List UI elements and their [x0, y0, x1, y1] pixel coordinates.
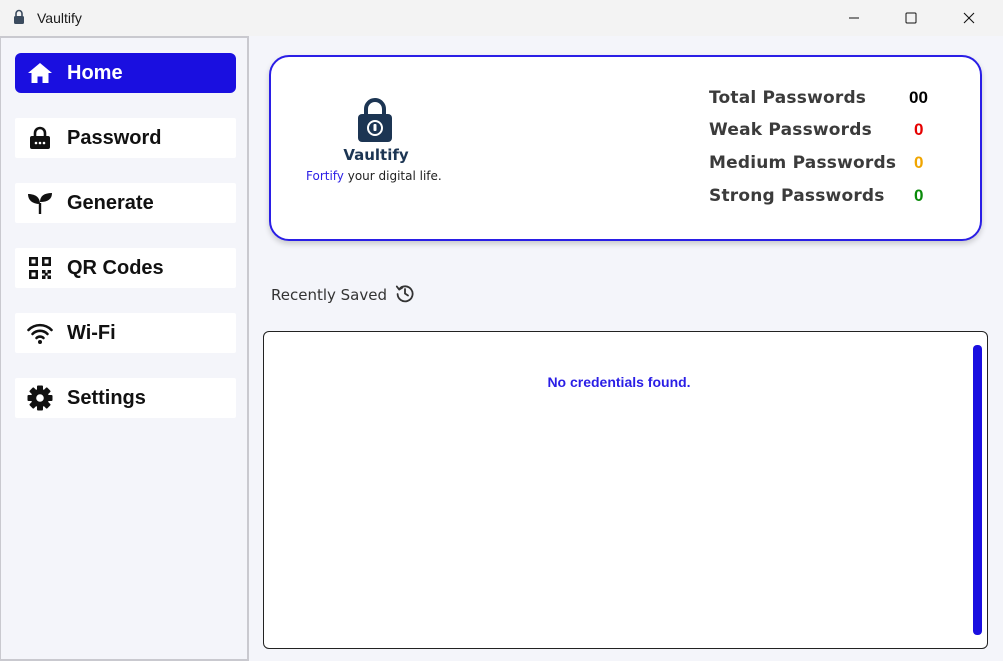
empty-state-message: No credentials found.: [547, 374, 691, 390]
sidebar-item-home[interactable]: Home: [15, 53, 236, 93]
brand-tagline: Fortify your digital life.: [306, 169, 442, 183]
sprout-icon: [27, 191, 53, 215]
recently-saved-title: Recently Saved: [271, 286, 387, 304]
history-icon[interactable]: [395, 283, 415, 303]
tagline-rest: your digital life.: [343, 169, 442, 183]
minimize-button[interactable]: [825, 0, 883, 36]
close-icon: [963, 12, 975, 24]
home-icon: [27, 61, 53, 85]
maximize-icon: [905, 12, 917, 24]
stat-label: Weak Passwords: [709, 120, 872, 140]
main-content: Vaultify Fortify your digital life. Tota…: [249, 36, 1003, 661]
window-title: Vaultify: [37, 10, 82, 26]
close-button[interactable]: [940, 0, 998, 36]
stat-total-passwords: Total Passwords 00: [709, 88, 949, 112]
sidebar-item-settings[interactable]: Settings: [15, 378, 236, 418]
sidebar: Home Password Generate QR Codes Wi-Fi Se…: [0, 36, 249, 661]
sidebar-item-generate[interactable]: Generate: [15, 183, 236, 223]
title-bar: Vaultify: [0, 0, 1003, 36]
stat-strong-passwords: Strong Passwords 0: [709, 186, 949, 210]
sidebar-item-label: Home: [67, 62, 123, 84]
sidebar-item-password[interactable]: Password: [15, 118, 236, 158]
stat-label: Strong Passwords: [709, 186, 885, 206]
minimize-icon: [849, 17, 859, 19]
sidebar-item-label: QR Codes: [67, 257, 164, 279]
password-stats-card: Vaultify Fortify your digital life. Tota…: [269, 55, 982, 241]
stat-value: 0: [914, 186, 924, 205]
stat-medium-passwords: Medium Passwords 0: [709, 153, 949, 177]
sidebar-item-label: Generate: [67, 192, 154, 214]
qr-code-icon: [27, 256, 53, 280]
sidebar-item-label: Settings: [67, 387, 146, 409]
stat-label: Total Passwords: [709, 88, 867, 108]
scrollbar[interactable]: [973, 345, 982, 635]
recently-saved-list[interactable]: No credentials found.: [263, 331, 988, 649]
stat-value: 0: [914, 120, 924, 139]
vaultify-logo-icon: [358, 98, 392, 142]
stat-label: Medium Passwords: [709, 153, 897, 173]
stat-weak-passwords: Weak Passwords 0: [709, 120, 949, 144]
wifi-icon: [27, 321, 53, 345]
sidebar-item-label: Wi-Fi: [67, 322, 116, 344]
tagline-accent: Fortify: [306, 169, 344, 183]
stat-value: 0: [914, 153, 924, 172]
brand-name: Vaultify: [343, 146, 409, 164]
stat-value: 00: [909, 88, 928, 107]
sidebar-item-wifi[interactable]: Wi-Fi: [15, 313, 236, 353]
sidebar-item-qr-codes[interactable]: QR Codes: [15, 248, 236, 288]
app-lock-icon: [14, 9, 24, 24]
maximize-button[interactable]: [882, 0, 940, 36]
lock-icon: [27, 126, 53, 150]
sidebar-item-label: Password: [67, 127, 162, 149]
gear-icon: [27, 385, 53, 411]
